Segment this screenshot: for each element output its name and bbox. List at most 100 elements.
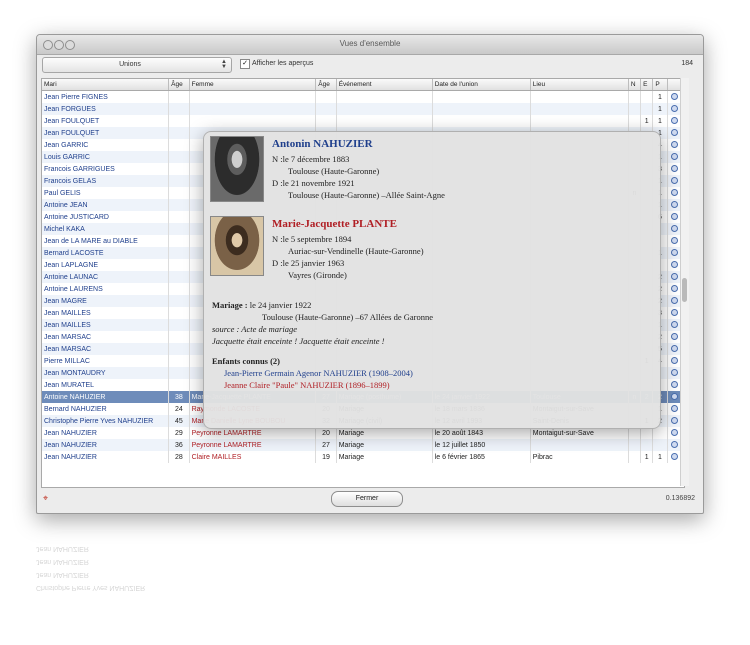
magnifier-icon[interactable]: [670, 260, 678, 268]
cell-p: 1: [652, 115, 668, 127]
table-row[interactable]: Jean NAHUZIER 36 Peyronne LAMARTRE 27 Mariag…: [42, 439, 683, 451]
cell-age-husband: [168, 187, 190, 199]
cell-event: [336, 115, 433, 127]
cell-husband: Jean Pierre FIGNES: [42, 90, 170, 103]
magnifier-icon[interactable]: [670, 224, 678, 232]
cell-husband: Jean MAILLES: [42, 319, 170, 331]
cell-husband: Jean MARSAC: [42, 331, 170, 343]
husband-birth: N :le 7 décembre 1883: [272, 154, 350, 164]
cell-husband: Jean NAHUZIER: [42, 439, 170, 451]
cell-husband: Jean MURATEL: [42, 379, 170, 391]
add-icon[interactable]: ⌖: [43, 493, 48, 504]
cell-husband: Antoine JEAN: [42, 199, 170, 211]
magnifier-icon[interactable]: [670, 236, 678, 244]
col-header-age-husband[interactable]: Âge: [168, 79, 190, 91]
col-header-husband[interactable]: Mari: [42, 79, 170, 91]
scroll-thumb[interactable]: [682, 278, 687, 302]
cell-age-wife: [315, 115, 337, 127]
table-row[interactable]: Jean FORGUES 1: [42, 103, 683, 115]
magnifier-icon[interactable]: [670, 440, 678, 448]
table-row[interactable]: Jean Pierre FIGNES 1: [42, 90, 683, 103]
cell-place: [530, 90, 629, 103]
magnifier-icon[interactable]: [670, 368, 678, 376]
magnifier-icon[interactable]: [670, 344, 678, 352]
magnifier-icon[interactable]: [670, 104, 678, 112]
cell-e: [640, 103, 654, 115]
magnifier-icon[interactable]: [670, 200, 678, 208]
window-reflection: Jean NAHUZIER Jean NAHUZIER Jean NAHUZIER C…: [36, 515, 702, 635]
cell-e: 1: [640, 451, 654, 463]
cell-age-husband: [168, 367, 190, 379]
cell-husband: Jean NAHUZIER: [42, 451, 170, 463]
magnifier-icon[interactable]: [670, 320, 678, 328]
col-header-age-wife[interactable]: Âge: [315, 79, 337, 91]
cell-age-husband: [168, 307, 190, 319]
magnifier-icon[interactable]: [670, 380, 678, 388]
cell-husband: Jean MAILLES: [42, 307, 170, 319]
table-row[interactable]: Jean FOULQUET 1 1: [42, 115, 683, 127]
magnifier-icon[interactable]: [670, 92, 678, 100]
cell-date: le 12 juillet 1850: [432, 439, 531, 451]
cell-husband: Jean GARRIC: [42, 139, 170, 151]
child-2[interactable]: Jeanne Claire "Paule" NAHUZIER (1896–189…: [224, 380, 390, 390]
magnifier-icon[interactable]: [670, 308, 678, 316]
magnifier-icon[interactable]: [670, 332, 678, 340]
husband-photo: [210, 136, 264, 202]
cell-age-husband: 45: [168, 415, 190, 427]
magnifier-icon[interactable]: [670, 140, 678, 148]
cell-p: 1: [652, 90, 668, 103]
cell-date: [432, 103, 531, 115]
cell-date: [432, 115, 531, 127]
vertical-scrollbar[interactable]: [680, 78, 689, 486]
cell-age-husband: [168, 295, 190, 307]
col-header-date[interactable]: Date de l'union: [432, 79, 531, 91]
col-header-place[interactable]: Lieu: [530, 79, 629, 91]
cell-wife: [189, 115, 317, 127]
cell-wife: [189, 103, 317, 115]
cell-husband: Jean de LA MARE au DIABLE: [42, 235, 170, 247]
source-value: Acte de mariage: [241, 324, 297, 334]
magnifier-icon[interactable]: [670, 404, 678, 412]
husband-death: D :le 21 novembre 1921: [272, 178, 355, 188]
cell-place: [530, 115, 629, 127]
col-header-wife[interactable]: Femme: [189, 79, 317, 91]
col-header-p[interactable]: P: [652, 79, 668, 91]
cell-husband: Antoine LAURENS: [42, 283, 170, 295]
magnifier-icon[interactable]: [670, 128, 678, 136]
source-line: source : Acte de mariage: [212, 324, 297, 334]
union-preview-popover: Antonin NAHUZIER N :le 7 décembre 1883 T…: [203, 131, 661, 429]
col-header-e[interactable]: E: [640, 79, 654, 91]
cell-age-husband: [168, 331, 190, 343]
magnifier-icon[interactable]: [670, 296, 678, 304]
magnifier-icon[interactable]: [670, 164, 678, 172]
table-row[interactable]: Jean NAHUZIER 28 Claire MAILLES 19 Mariage le…: [42, 451, 683, 463]
cell-age-husband: [168, 235, 190, 247]
cell-age-husband: [168, 127, 190, 139]
magnifier-icon[interactable]: [670, 428, 678, 436]
close-button[interactable]: Fermer: [331, 491, 403, 507]
magnifier-icon[interactable]: [670, 452, 678, 460]
cell-husband: Jean MARSAC: [42, 343, 170, 355]
col-header-n[interactable]: N: [628, 79, 642, 91]
magnifier-icon[interactable]: [670, 176, 678, 184]
col-header-event[interactable]: Événement: [336, 79, 433, 91]
view-type-popup[interactable]: Unions ▲ ▼: [42, 57, 232, 73]
magnifier-icon[interactable]: [670, 284, 678, 292]
magnifier-icon[interactable]: [670, 152, 678, 160]
reflection-row: Jean NAHUZIER: [36, 545, 89, 552]
magnifier-icon[interactable]: [670, 248, 678, 256]
cell-age-husband: [168, 139, 190, 151]
window-title: Vues d'ensemble: [339, 39, 401, 48]
magnifier-icon[interactable]: [670, 116, 678, 124]
magnifier-icon[interactable]: [670, 416, 678, 424]
magnifier-icon[interactable]: [670, 356, 678, 364]
show-previews-checkbox[interactable]: ✓: [240, 59, 250, 69]
cell-n: [628, 103, 642, 115]
child-1[interactable]: Jean-Pierre Germain Agenor NAHUZIER (190…: [224, 368, 413, 378]
magnifier-icon[interactable]: [670, 188, 678, 196]
magnifier-icon[interactable]: [670, 212, 678, 220]
magnifier-icon[interactable]: [670, 272, 678, 280]
cell-husband: Jean LAPLAGNE: [42, 259, 170, 271]
wife-birth-place: Auriac-sur-Vendinelle (Haute-Garonne): [288, 246, 424, 256]
magnifier-icon[interactable]: [670, 392, 678, 400]
